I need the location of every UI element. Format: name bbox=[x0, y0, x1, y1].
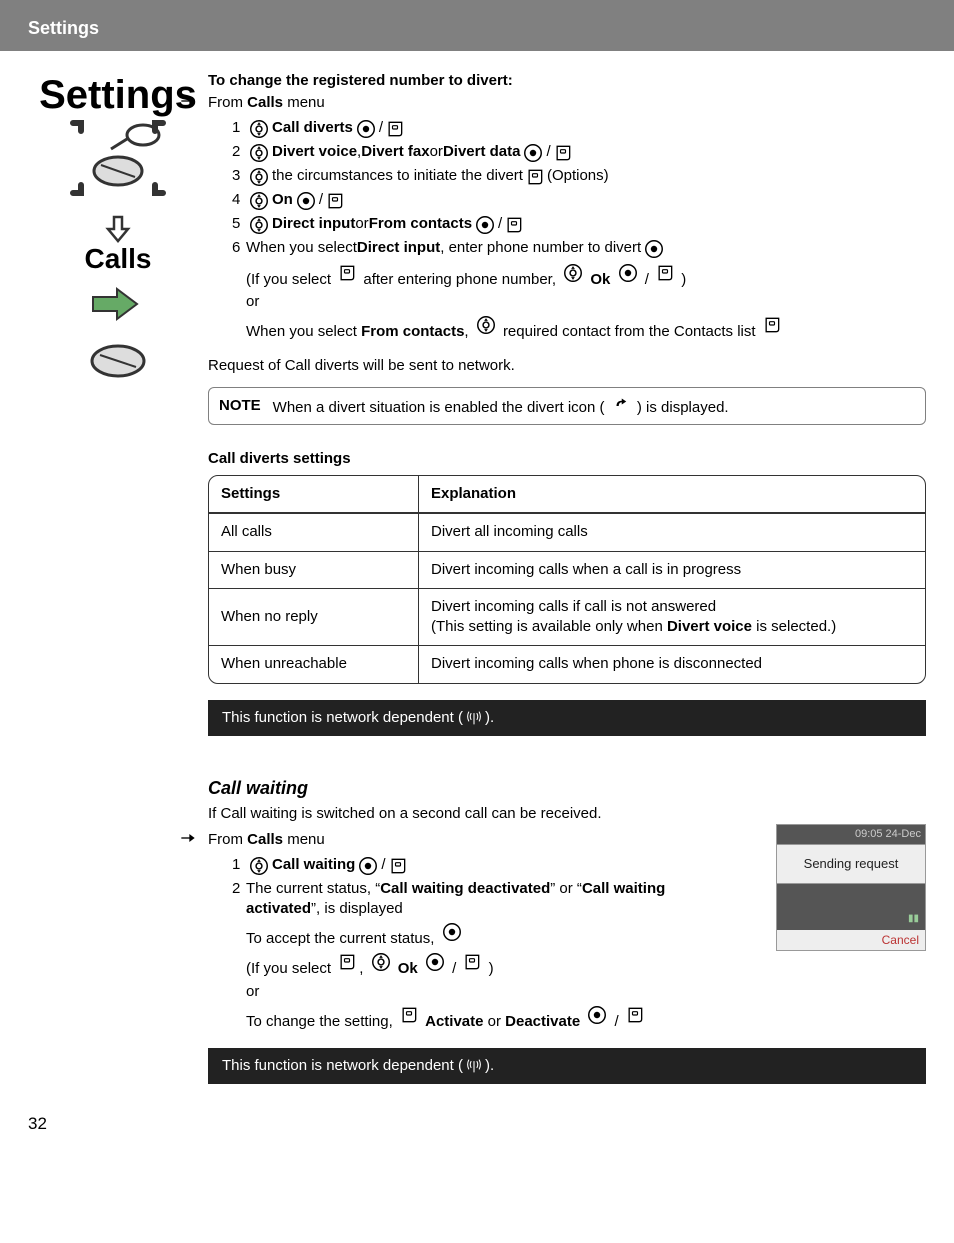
step-6: 6 When you select Direct input, enter ph… bbox=[208, 238, 926, 260]
settings-illustration bbox=[63, 119, 173, 209]
center-key-icon bbox=[474, 214, 496, 236]
call-waiting-intro: If Call waiting is switched on a second … bbox=[208, 804, 926, 824]
arrow-bullet-icon bbox=[174, 830, 202, 846]
softkey-icon bbox=[553, 142, 573, 164]
nav-key-icon bbox=[248, 142, 270, 164]
header-title: Settings bbox=[28, 18, 99, 38]
left-sidebar: Settings Calls bbox=[28, 71, 208, 1084]
content-column: To change the registered number to diver… bbox=[208, 71, 926, 1084]
step-6-sub-b: When you select From contacts, required … bbox=[208, 314, 926, 342]
softkey-icon bbox=[385, 118, 405, 140]
page-number: 32 bbox=[0, 1084, 954, 1134]
right-arrow-3d-icon bbox=[83, 279, 153, 329]
network-dependent-bar: This function is network dependent ( ). bbox=[208, 700, 926, 736]
center-key-icon bbox=[355, 118, 377, 140]
softkey-icon bbox=[525, 166, 545, 188]
softkey-icon bbox=[462, 951, 482, 973]
request-line: Request of Call diverts will be sent to … bbox=[208, 356, 926, 376]
nav-key-icon bbox=[248, 190, 270, 212]
softkey-icon bbox=[504, 214, 524, 236]
note-box: NOTE When a divert situation is enabled … bbox=[208, 387, 926, 425]
softkey-icon bbox=[625, 1004, 645, 1026]
softkey-icon bbox=[399, 1004, 419, 1026]
from-calls-line-2: From Calls menu bbox=[208, 830, 926, 850]
cw-if-line: (If you select , Ok / ) bbox=[208, 951, 926, 979]
softkey-icon bbox=[655, 262, 675, 284]
softkey-icon bbox=[325, 190, 345, 212]
step-3: 3 the circumstances to initiate the dive… bbox=[208, 166, 926, 188]
cw-step-1: 1 Call waiting / bbox=[208, 855, 764, 877]
step-1: 1 Call diverts / bbox=[208, 118, 926, 140]
center-key-icon bbox=[617, 262, 639, 284]
antenna-icon bbox=[465, 1057, 483, 1075]
softkey-icon bbox=[337, 951, 357, 973]
center-key-icon bbox=[522, 142, 544, 164]
arrow-bullet-icon bbox=[174, 93, 202, 109]
step-6-sub-a: (If you select after entering phone numb… bbox=[208, 262, 926, 290]
table-row: All calls Divert all incoming calls bbox=[209, 513, 925, 550]
step-5: 5 Direct input or From contacts / bbox=[208, 214, 926, 236]
step-6-or: or bbox=[208, 292, 926, 312]
center-key-icon bbox=[643, 238, 665, 260]
nav-key-icon bbox=[248, 855, 270, 877]
sidebar-subtitle: Calls bbox=[28, 243, 208, 275]
nav-key-icon bbox=[248, 166, 270, 188]
table-header-row: Settings Explanation bbox=[209, 476, 925, 513]
antenna-icon bbox=[465, 709, 483, 727]
screenshot-softkey-label: Cancel bbox=[776, 930, 926, 951]
section1-heading: To change the registered number to diver… bbox=[208, 71, 926, 91]
table-row: When no reply Divert incoming calls if c… bbox=[209, 588, 925, 646]
step-2: 2 Divert voice, Divert fax or Divert dat… bbox=[208, 142, 926, 164]
call-diverts-table: Settings Explanation All calls Divert al… bbox=[208, 475, 926, 684]
table-heading: Call diverts settings bbox=[208, 449, 926, 469]
center-key-icon bbox=[586, 1004, 608, 1026]
softkey-icon bbox=[388, 855, 408, 877]
center-key-icon bbox=[357, 855, 379, 877]
call-waiting-heading: Call waiting bbox=[208, 776, 926, 800]
cw-change-line: To change the setting, Activate or Deact… bbox=[208, 1004, 926, 1032]
softkey-icon bbox=[337, 262, 357, 284]
network-dependent-bar-2: This function is network dependent ( ). bbox=[208, 1048, 926, 1084]
page-header: Settings bbox=[0, 0, 954, 51]
col-explanation: Explanation bbox=[419, 476, 925, 513]
table-row: When busy Divert incoming calls when a c… bbox=[209, 551, 925, 588]
center-key-icon bbox=[295, 190, 317, 212]
center-key-icon bbox=[441, 921, 463, 943]
col-settings: Settings bbox=[209, 476, 419, 513]
down-arrow-icon bbox=[103, 213, 133, 243]
phone-illustration bbox=[78, 333, 158, 383]
screenshot-body: ▮▮ bbox=[776, 884, 926, 930]
table-row: When unreachable Divert incoming calls w… bbox=[209, 645, 925, 682]
nav-key-icon bbox=[248, 214, 270, 236]
softkey-icon bbox=[762, 314, 782, 336]
nav-key-icon bbox=[475, 314, 497, 336]
cw-step-2: 2 The current status, “Call waiting deac… bbox=[208, 879, 764, 920]
nav-key-icon bbox=[562, 262, 584, 284]
center-key-icon bbox=[424, 951, 446, 973]
nav-key-icon bbox=[248, 118, 270, 140]
note-label: NOTE bbox=[219, 396, 261, 416]
divert-icon bbox=[611, 394, 631, 412]
from-calls-line: From Calls menu bbox=[208, 93, 926, 113]
cw-or: or bbox=[208, 982, 926, 1002]
nav-key-icon bbox=[370, 951, 392, 973]
step-4: 4 On / bbox=[208, 190, 926, 212]
